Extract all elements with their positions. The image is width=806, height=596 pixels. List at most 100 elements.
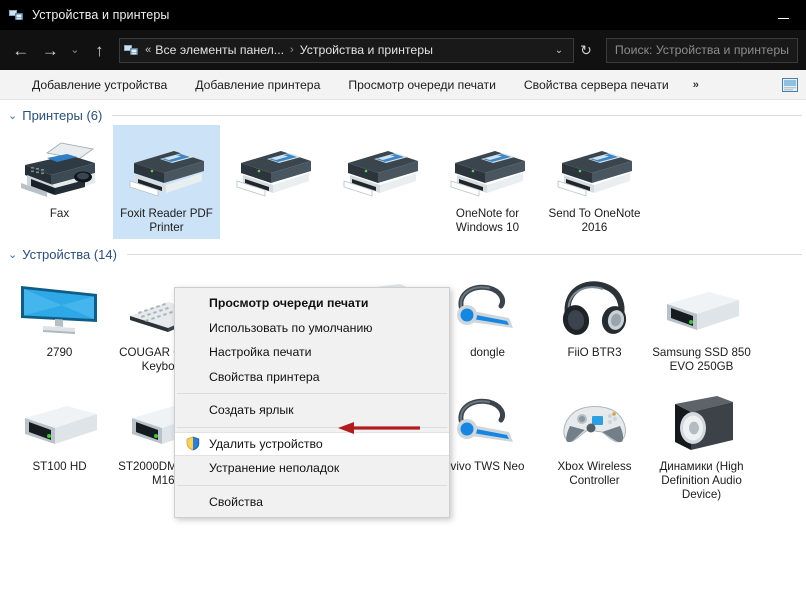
section-divider [112, 115, 802, 116]
device-label: dongle [470, 346, 505, 359]
monitor-icon [17, 270, 103, 340]
device-tile-fax[interactable]: Fax [6, 125, 113, 239]
window-icon [9, 8, 24, 22]
minimize-button[interactable] [760, 0, 806, 30]
breadcrumb-item-devices-printers[interactable]: Устройства и принтеры [300, 43, 433, 57]
menu-separator [177, 484, 447, 486]
device-tile-samsung-ssd-850-evo-250gb[interactable]: Samsung SSD 850 EVO 250GB [648, 264, 755, 378]
breadcrumb-overflow-icon[interactable]: « [145, 44, 151, 56]
drive-icon [17, 384, 103, 454]
menu-create-shortcut[interactable]: Создать ярлык [175, 398, 449, 423]
device-tile-foxit-reader-pdf-printer[interactable]: Foxit Reader PDF Printer [113, 125, 220, 239]
device-label: ST100 HD [32, 460, 87, 473]
back-button[interactable]: ← [6, 33, 36, 67]
view-options-icon[interactable] [782, 78, 798, 92]
command-overflow-button[interactable]: » [683, 79, 709, 91]
devices-and-printers-window: Устройства и принтеры ← → ⌄ ↑ « Все элем… [0, 0, 806, 596]
add-device-command[interactable]: Добавление устройства [18, 78, 181, 92]
printer-icon [338, 131, 424, 201]
device-label: OneNote for Windows 10 [455, 207, 520, 234]
refresh-icon[interactable]: ↻ [574, 42, 598, 59]
speaker-icon [659, 384, 745, 454]
headset-icon [445, 384, 531, 454]
menu-item-label: Устранение неполадок [209, 461, 340, 476]
menu-separator [177, 393, 447, 394]
command-bar: Добавление устройства Добавление принтер… [0, 70, 806, 100]
drive-icon [659, 270, 745, 340]
print-server-properties-command[interactable]: Свойства сервера печати [510, 78, 683, 92]
device-tile-st100-hd[interactable]: ST100 HD [6, 378, 113, 506]
annotation-arrow-icon [338, 420, 422, 436]
printer-icon [552, 131, 638, 201]
section-collapse-icon[interactable]: ⌄ [8, 248, 17, 261]
arrow-left-icon: ← [12, 40, 30, 60]
breadcrumb-devices-printers-icon [124, 43, 139, 57]
printers-tile-grid: Fax Foxit Reader PDF Printer OneNote for… [0, 125, 806, 239]
menu-item-label: Свойства принтера [209, 369, 320, 384]
breadcrumb-item-all-control-panel[interactable]: Все элементы панел... [155, 43, 284, 57]
printer-icon [124, 131, 210, 201]
menu-item-label: Использовать по умолчанию [209, 320, 373, 335]
device-label: 2790 [46, 346, 73, 359]
section-collapse-icon[interactable]: ⌄ [8, 109, 17, 122]
device-tile-vivo-tws-neo[interactable]: vivo TWS Neo [434, 378, 541, 506]
window-title: Устройства и принтеры [32, 8, 170, 22]
device-tile-onenote-for-windows-10[interactable]: OneNote for Windows 10 [434, 125, 541, 239]
forward-button[interactable]: → [36, 33, 66, 67]
device-label: Xbox Wireless Controller [557, 460, 632, 487]
devices-section-header[interactable]: ⌄ Устройства (14) [0, 239, 806, 264]
command-bar-right [782, 70, 798, 100]
menu-set-default[interactable]: Использовать по умолчанию [175, 316, 449, 341]
fax-icon [17, 131, 103, 201]
device-label: Fax [49, 207, 70, 220]
context-menu: Просмотр очереди печати Использовать по … [174, 287, 450, 518]
menu-item-label: Свойства [209, 494, 263, 509]
device-label: vivo TWS Neo [450, 460, 525, 473]
device-tile-printer-3[interactable] [220, 125, 327, 239]
device-label: Foxit Reader PDF Printer [120, 207, 213, 234]
headset-icon [445, 270, 531, 340]
view-print-queue-command[interactable]: Просмотр очереди печати [334, 78, 510, 92]
breadcrumb-bar[interactable]: « Все элементы панел... › Устройства и п… [119, 37, 575, 63]
arrow-up-icon: ↑ [95, 40, 104, 60]
device-tile-fiio-btr3[interactable]: FiiO BTR3 [541, 264, 648, 378]
menu-view-print-queue[interactable]: Просмотр очереди печати [175, 291, 449, 316]
device-tile-dinamiki-high-definition-audio-device[interactable]: Динамики (High Definition Audio Device) [648, 378, 755, 506]
arrow-right-icon: → [41, 40, 59, 60]
menu-item-label: Удалить устройство [209, 436, 323, 451]
uac-shield-icon [186, 436, 209, 451]
menu-item-label: Настройка печати [209, 345, 312, 360]
printers-section-header[interactable]: ⌄ Принтеры (6) [0, 100, 806, 125]
device-tile-2790[interactable]: 2790 [6, 264, 113, 378]
device-label: FiiO BTR3 [567, 346, 622, 359]
up-button[interactable]: ↑ [85, 33, 115, 67]
add-printer-command[interactable]: Добавление принтера [181, 78, 334, 92]
breadcrumb-separator-icon: › [290, 44, 294, 56]
device-tile-dongle[interactable]: dongle [434, 264, 541, 378]
gamepad-icon [552, 384, 638, 454]
menu-printing-preferences[interactable]: Настройка печати [175, 340, 449, 365]
printers-section-title: Принтеры (6) [22, 108, 103, 123]
menu-troubleshoot[interactable]: Устранение неполадок [175, 456, 449, 481]
section-divider [126, 254, 802, 255]
printer-icon [445, 131, 531, 201]
address-bar: ← → ⌄ ↑ « Все элементы панел... › Устрой… [0, 30, 806, 70]
device-label: Samsung SSD 850 EVO 250GB [652, 346, 751, 373]
breadcrumb-dropdown-icon[interactable]: ⌄ [549, 45, 569, 56]
recent-locations-button[interactable]: ⌄ [65, 33, 85, 67]
device-tile-xbox-wireless-controller[interactable]: Xbox Wireless Controller [541, 378, 648, 506]
menu-printer-properties[interactable]: Свойства принтера [175, 365, 449, 390]
menu-item-label: Просмотр очереди печати [209, 296, 369, 311]
window-controls [760, 0, 806, 30]
printer-icon [231, 131, 317, 201]
chevron-down-icon: ⌄ [70, 43, 80, 56]
search-box[interactable]: Поиск: Устройства и принтеры [605, 37, 799, 63]
search-input[interactable]: Поиск: Устройства и принтеры [615, 43, 789, 57]
device-tile-send-to-onenote-2016[interactable]: Send To OneNote 2016 [541, 125, 648, 239]
devices-section-title: Устройства (14) [22, 247, 117, 262]
menu-properties[interactable]: Свойства [175, 490, 449, 515]
menu-item-label: Создать ярлык [209, 403, 294, 418]
device-tile-printer-4[interactable] [327, 125, 434, 239]
title-bar: Устройства и принтеры [0, 0, 806, 30]
device-label: Динамики (High Definition Audio Device) [659, 460, 744, 501]
